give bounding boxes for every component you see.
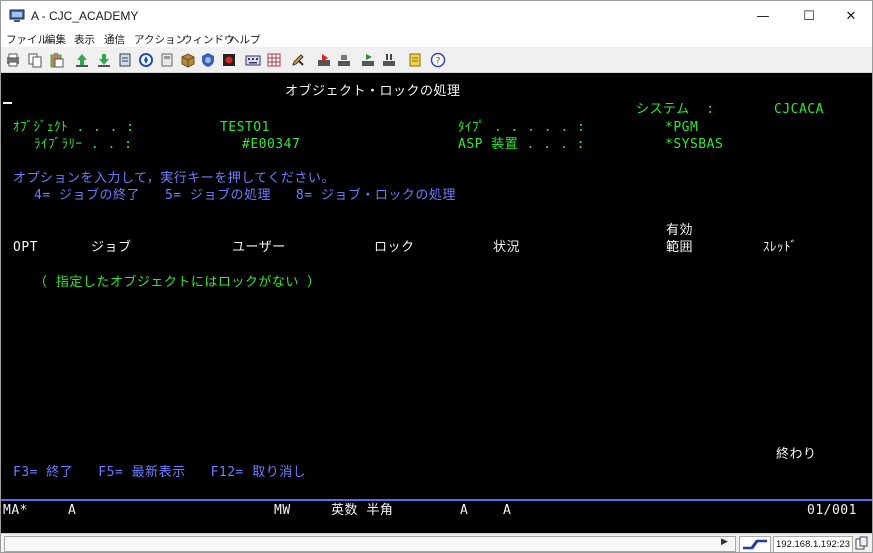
menu-bar: ファイル 編集 表示 通信 アクション ウィンドウ ヘルプ — [1, 31, 872, 47]
oia-mw: MW — [274, 503, 291, 518]
session-indicator-icon — [854, 536, 869, 551]
type-value: *PGM — [665, 120, 699, 135]
oia-status-line: MA* A MW 英数 半角 A A 01/001 — [1, 501, 872, 533]
terminal-app-icon — [9, 8, 25, 22]
oia-a1: A — [460, 503, 469, 518]
screen-title: オブジェクト・ロックの処理 — [285, 84, 461, 99]
col-thread: ｽﾚｯﾄﾞ — [763, 240, 798, 255]
asp-value: *SYSBAS — [665, 137, 724, 152]
minimize-icon: — — [756, 8, 770, 24]
col-status: 状況 — [493, 240, 521, 255]
col-scope-line1: 有効 — [666, 223, 694, 238]
keyboard-icon[interactable] — [245, 52, 261, 68]
run-icon[interactable] — [360, 52, 376, 68]
stop-icon[interactable] — [336, 52, 352, 68]
calculator-icon[interactable] — [266, 52, 282, 68]
emulator-window: A - CJC_ACADEMY — ☐ ✕ ファイル 編集 表示 通信 アクショ… — [0, 0, 873, 553]
minimize-button[interactable]: — — [740, 1, 786, 31]
col-user: ユーザー — [232, 240, 286, 255]
system-value: CJCACA — [774, 102, 824, 117]
col-lock: ロック — [374, 240, 415, 255]
display-icon[interactable] — [159, 52, 175, 68]
navigator-icon[interactable] — [138, 52, 154, 68]
close-icon: ✕ — [845, 8, 857, 24]
pause-icon[interactable] — [381, 52, 397, 68]
scroll-right-icon[interactable]: ▶ — [721, 537, 728, 547]
end-indicator: 終わり — [776, 447, 817, 462]
function-keys: F3= 終了 F5= 最新表示 F12= 取り消し — [13, 465, 307, 480]
toolbar: ? — [1, 47, 872, 73]
col-scope-line2: 範囲 — [666, 240, 694, 255]
oia-ma: MA* — [3, 503, 28, 518]
oia-a2: A — [503, 503, 512, 518]
status-message-field — [4, 536, 736, 552]
help-icon[interactable]: ? — [430, 52, 446, 68]
paste-icon[interactable] — [49, 52, 65, 68]
library-label: ﾗｲﾌﾞﾗﾘｰ . . : — [34, 137, 133, 152]
type-label: ﾀｲﾌﾟ . . . . . : — [458, 120, 586, 135]
system-label: システム : — [636, 102, 715, 117]
window-title: A - CJC_ACADEMY — [31, 9, 139, 23]
status-bar: ▶ 192.168.1.192:23 — [1, 533, 872, 552]
send-file-icon[interactable] — [74, 52, 90, 68]
package-icon[interactable] — [180, 52, 196, 68]
menu-window[interactable]: ウィンドウ — [182, 32, 235, 47]
host-address: 192.168.1.192:23 — [773, 536, 853, 552]
shield-icon[interactable] — [200, 52, 216, 68]
terminal-screen[interactable]: オブジェクト・ロックの処理 システム : CJCACA ｵﾌﾞｼﾞｪｸﾄ . .… — [1, 73, 872, 533]
col-opt: OPT — [13, 240, 38, 255]
oia-session: A — [68, 503, 77, 518]
title-bar: A - CJC_ACADEMY — ☐ ✕ — [1, 1, 872, 31]
menu-help[interactable]: ヘルプ — [229, 32, 261, 47]
connection-status-icon — [739, 536, 771, 552]
text-cursor — [3, 102, 12, 104]
library-value: #E00347 — [242, 137, 301, 152]
notes-icon[interactable] — [407, 52, 423, 68]
maximize-icon: ☐ — [803, 8, 815, 24]
instruction-text: オプションを入力して，実行キーを押してください。 — [13, 171, 335, 186]
macro-icon[interactable] — [117, 52, 133, 68]
receive-file-icon[interactable] — [96, 52, 112, 68]
copy-icon[interactable] — [27, 52, 43, 68]
object-value: TESTO1 — [220, 120, 270, 135]
oia-cursor-position: 01/001 — [807, 503, 857, 518]
menu-communication[interactable]: 通信 — [104, 32, 125, 47]
menu-file[interactable]: ファイル — [6, 32, 48, 47]
menu-edit[interactable]: 編集 — [45, 32, 66, 47]
svg-text:?: ? — [436, 57, 441, 67]
options-text: 4= ジョブの終了 5= ジョブの処理 8= ジョブ・ロックの処理 — [34, 188, 456, 203]
col-job: ジョブ — [91, 240, 132, 255]
maximize-button[interactable]: ☐ — [786, 1, 832, 31]
print-screen-icon[interactable] — [5, 52, 21, 68]
close-button[interactable]: ✕ — [828, 1, 872, 31]
menu-view[interactable]: 表示 — [74, 32, 95, 47]
edit-icon[interactable] — [290, 52, 306, 68]
record-icon[interactable] — [221, 52, 237, 68]
object-label: ｵﾌﾞｼﾞｪｸﾄ . . . : — [13, 120, 135, 135]
oia-input-mode: 英数 半角 — [331, 503, 394, 518]
play-macro-icon[interactable] — [316, 52, 332, 68]
asp-label: ASP 装置 . . . : — [458, 137, 585, 152]
menu-action[interactable]: アクション — [134, 32, 186, 47]
empty-message: （ 指定したオブジェクトにはロックがない ） — [34, 275, 321, 290]
